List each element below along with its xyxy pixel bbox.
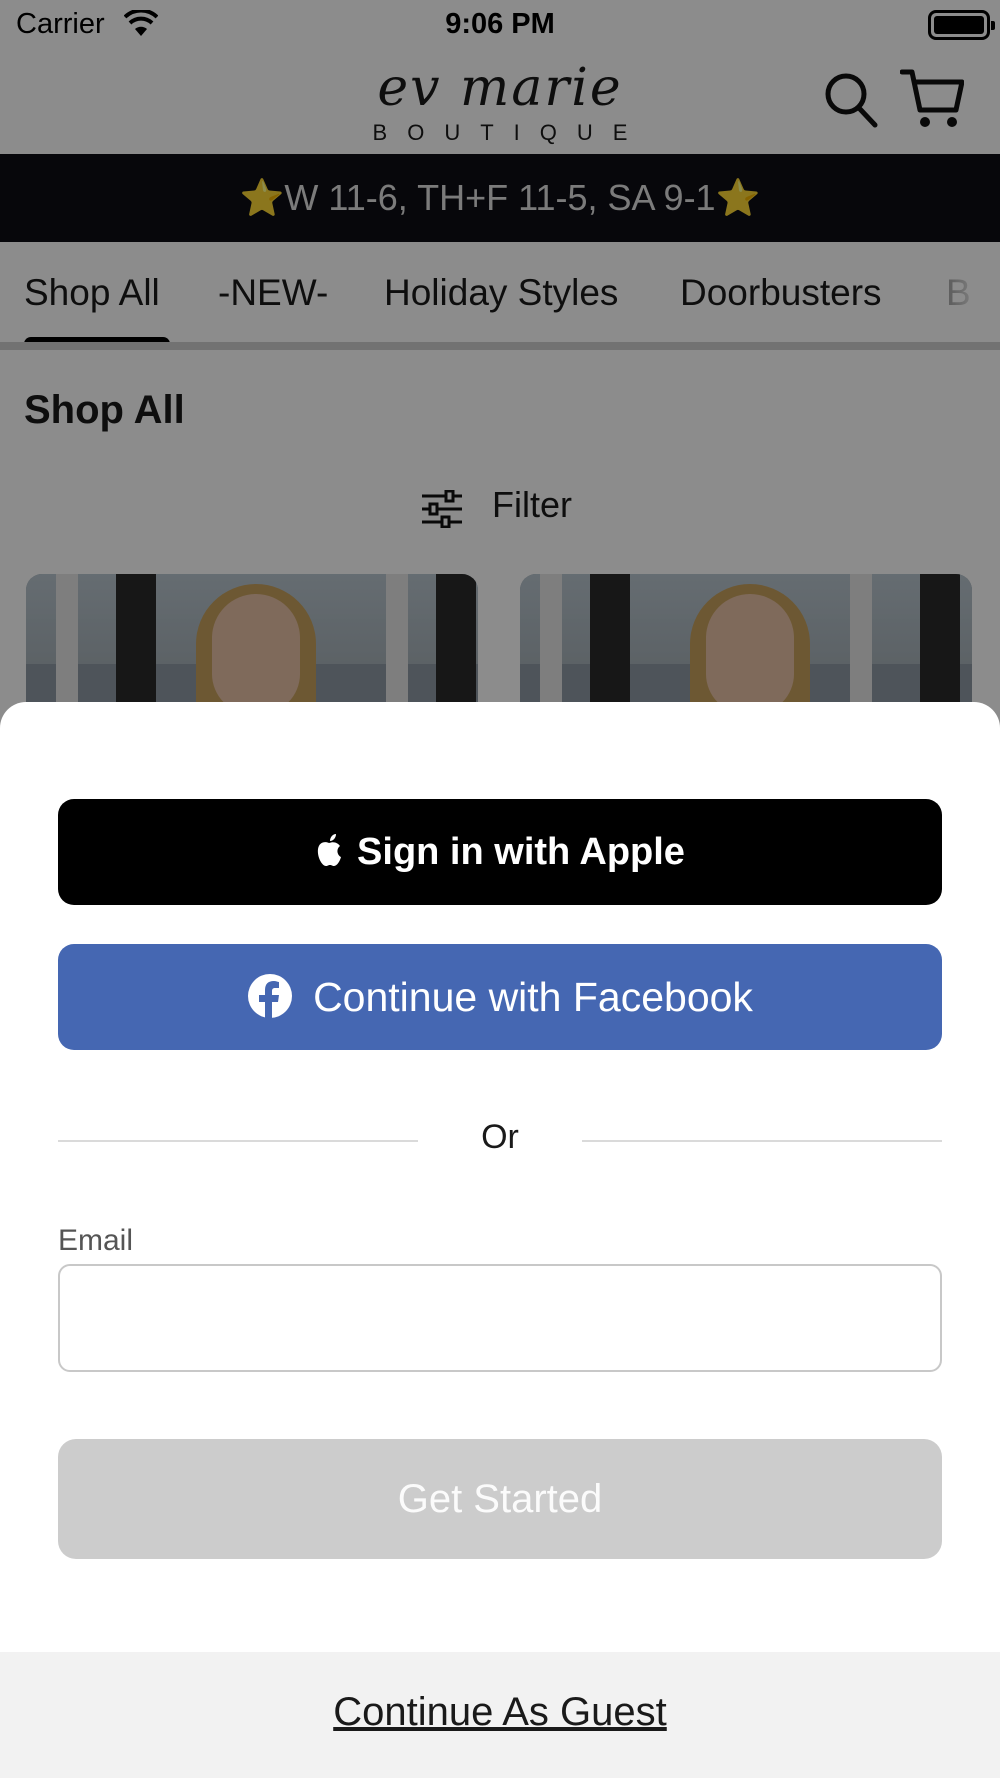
login-sheet: Sign in with Apple Continue with Faceboo…: [0, 702, 1000, 1778]
continue-as-guest-link[interactable]: Continue As Guest: [0, 1690, 1000, 1735]
get-started-button[interactable]: Get Started: [58, 1439, 942, 1559]
continue-with-facebook-button[interactable]: Continue with Facebook: [58, 944, 942, 1050]
divider-line: [582, 1140, 942, 1142]
facebook-icon: [248, 974, 293, 1020]
facebook-button-label: Continue with Facebook: [313, 974, 753, 1020]
email-field[interactable]: [58, 1264, 942, 1372]
sign-in-with-apple-button[interactable]: Sign in with Apple: [58, 799, 942, 905]
or-divider: Or: [481, 1118, 519, 1156]
guest-bar: Continue As Guest: [0, 1652, 1000, 1778]
email-label: Email: [58, 1224, 134, 1257]
apple-button-label: Sign in with Apple: [357, 831, 685, 873]
apple-icon: [317, 833, 342, 866]
